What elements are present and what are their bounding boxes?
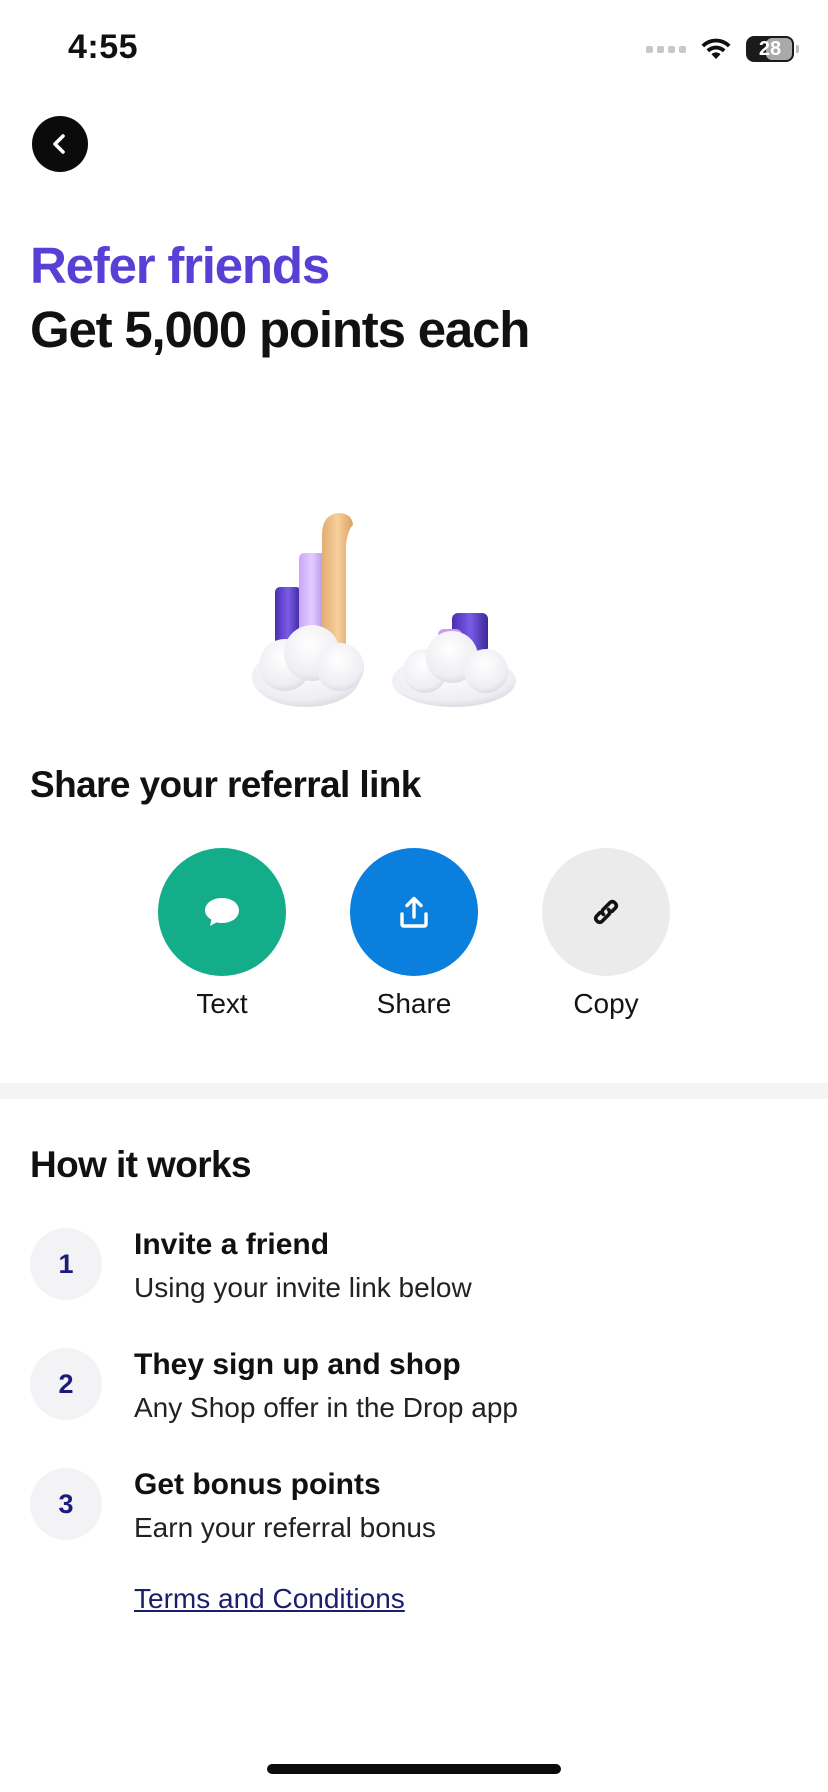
battery-level: 28 — [758, 37, 782, 60]
signal-icon — [646, 45, 686, 53]
copy-circle[interactable] — [542, 848, 670, 976]
status-bar: 4:55 28 — [0, 0, 828, 100]
terms-and-conditions-link[interactable]: Terms and Conditions — [134, 1583, 405, 1615]
referral-illustration — [252, 513, 516, 707]
step-title: Get bonus points — [134, 1468, 381, 1501]
share-button[interactable]: Share — [349, 848, 479, 1020]
upload-icon — [400, 896, 428, 928]
step-title: They sign up and shop — [134, 1348, 461, 1381]
share-heading: Share your referral link — [30, 764, 421, 805]
status-time: 4:55 — [68, 28, 139, 66]
step-number: 2 — [30, 1348, 102, 1420]
message-bubble-icon — [205, 898, 239, 926]
hero-subtitle: Get 5,000 points each — [30, 301, 530, 358]
how-it-works-heading: How it works — [30, 1144, 252, 1185]
section-divider — [0, 1083, 828, 1099]
step-description: Using your invite link below — [134, 1272, 472, 1303]
copy-link-button[interactable]: Copy — [541, 848, 671, 1020]
battery-icon: 28 — [746, 36, 799, 62]
step-number: 1 — [30, 1228, 102, 1300]
share-label: Share — [376, 988, 452, 1019]
text-share-button[interactable]: Text — [157, 848, 287, 1020]
step-description: Earn your referral bonus — [134, 1512, 436, 1543]
step-description: Any Shop offer in the Drop app — [134, 1392, 518, 1423]
copy-label: Copy — [573, 988, 639, 1019]
text-share-circle[interactable] — [158, 848, 286, 976]
wifi-icon — [701, 38, 731, 59]
home-indicator[interactable] — [267, 1764, 561, 1774]
link-icon — [593, 899, 619, 925]
back-button[interactable] — [32, 116, 88, 172]
hero-title: Refer friends — [30, 237, 330, 294]
chevron-left-icon — [53, 134, 65, 154]
share-circle[interactable] — [350, 848, 478, 976]
step-number: 3 — [30, 1468, 102, 1540]
text-share-label: Text — [196, 988, 248, 1019]
status-icons: 28 — [646, 34, 799, 64]
step-title: Invite a friend — [134, 1228, 330, 1261]
